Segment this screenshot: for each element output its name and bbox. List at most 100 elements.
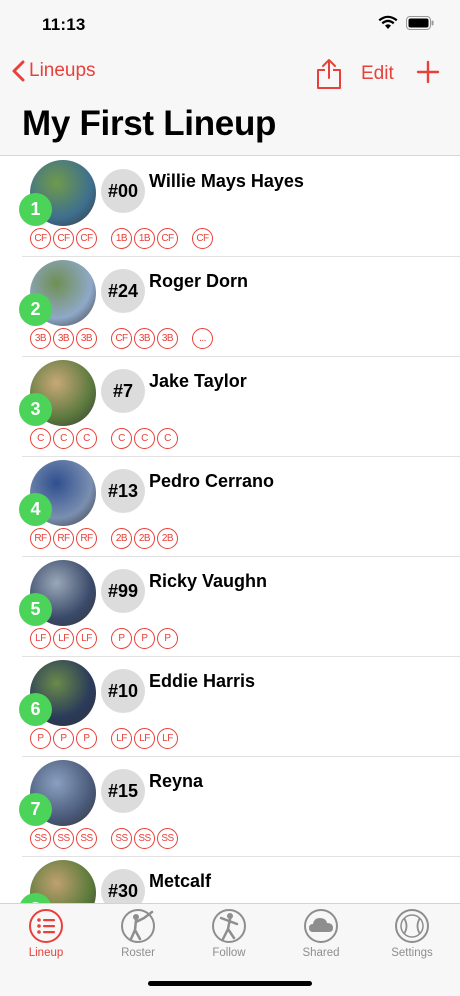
position-badge: RF [30, 528, 51, 549]
position-badge: RF [53, 528, 74, 549]
position-badge: CF [192, 228, 213, 249]
jersey-number: #99 [101, 569, 145, 613]
tab-follow[interactable]: Follow [194, 908, 264, 959]
player-row[interactable]: 8#30Metcalf [19, 857, 460, 903]
position-group: CCC [30, 428, 97, 449]
battery-icon [406, 15, 434, 30]
player-name: Eddie Harris [149, 671, 256, 691]
status-icons [378, 15, 434, 30]
inning-positions: 3B 3B 3B CF 3B 3B... [30, 328, 227, 349]
status-bar: 11:13 [0, 0, 460, 50]
batting-order-badge: 2 [19, 293, 52, 326]
player-row[interactable]: 7 #15 Reyna SS SS SS SS SS SS [19, 757, 460, 857]
position-badge: SS [157, 828, 178, 849]
position-badge: 3B [30, 328, 51, 349]
position-group: LF LF LF [30, 628, 97, 649]
player-row[interactable]: 3 #7 Jake Taylor C C C C C C [19, 357, 460, 457]
position-badge: ... [192, 328, 213, 349]
player-name: Pedro Cerrano [149, 471, 275, 491]
player-name: Willie Mays Hayes [149, 171, 304, 191]
back-button-label: Lineups [29, 60, 96, 81]
position-badge: SS [30, 828, 51, 849]
tab-lineup[interactable]: Lineup [11, 908, 81, 959]
position-group: CF CF CF [30, 228, 97, 249]
pitcher-icon [212, 909, 246, 943]
position-group: CF 3B 3B [111, 328, 178, 349]
position-badge: SS [134, 828, 155, 849]
position-group: 1B 1B CF [111, 228, 178, 249]
position-badge: SS [76, 828, 97, 849]
position-group: CF [192, 228, 213, 249]
position-badge: P [76, 728, 97, 749]
inning-positions: CCCCCC [30, 428, 192, 449]
tab-label: Roster [121, 947, 155, 959]
position-badge: P [134, 628, 155, 649]
position-badge: C [111, 428, 132, 449]
position-badge: SS [53, 828, 74, 849]
position-badge: P [53, 728, 74, 749]
share-button[interactable] [316, 58, 342, 95]
position-group: 2B 2B 2B [111, 528, 178, 549]
tab-settings[interactable]: Settings [377, 908, 447, 959]
position-badge: C [76, 428, 97, 449]
inning-positions: SS SS SS SS SS SS [30, 828, 192, 849]
position-badge: P [111, 628, 132, 649]
position-group: PPP [30, 728, 97, 749]
player-name: Jake Taylor [149, 371, 247, 391]
position-badge: 2B [134, 528, 155, 549]
tab-label: Shared [302, 947, 340, 959]
player-row[interactable]: 5 #99 Ricky Vaughn LF LF LF P P P [19, 557, 460, 657]
back-button[interactable]: Lineups [12, 60, 96, 82]
position-group: SS SS SS [111, 828, 178, 849]
position-badge: LF [76, 628, 97, 649]
position-badge: 2B [157, 528, 178, 549]
position-badge: P [30, 728, 51, 749]
position-badge: 3B [157, 328, 178, 349]
position-badge: RF [76, 528, 97, 549]
position-badge: LF [157, 728, 178, 749]
position-badge: LF [30, 628, 51, 649]
player-name: Roger Dorn [149, 271, 248, 291]
position-badge: CF [157, 228, 178, 249]
tab-label: Settings [391, 947, 433, 959]
jersey-number: #30 [101, 869, 145, 903]
add-button[interactable] [416, 60, 440, 89]
wifi-icon [378, 15, 398, 29]
position-badge: 3B [53, 328, 74, 349]
home-indicator [148, 981, 312, 986]
position-group: SS SS SS [30, 828, 97, 849]
position-badge: P [157, 628, 178, 649]
position-badge: C [157, 428, 178, 449]
position-badge: SS [111, 828, 132, 849]
position-badge: C [53, 428, 74, 449]
player-row[interactable]: 1 #00 Willie Mays Hayes CF CF CF 1B 1B CF CF [19, 157, 460, 257]
position-badge: CF [111, 328, 132, 349]
tab-shared[interactable]: Shared [286, 908, 356, 959]
position-badge: LF [111, 728, 132, 749]
batting-order-badge: 6 [19, 693, 52, 726]
jersey-number: #10 [101, 669, 145, 713]
position-badge: 3B [76, 328, 97, 349]
batting-order-badge: 4 [19, 493, 52, 526]
position-badge: 2B [111, 528, 132, 549]
tab-label: Lineup [28, 947, 64, 959]
edit-button[interactable]: Edit [361, 63, 394, 85]
lineup-list-icon [29, 909, 63, 943]
batting-order-badge: 5 [19, 593, 52, 626]
player-row[interactable]: 6 #10 Eddie Harris P P P LF LF LF [19, 657, 460, 757]
inning-positions: CF CF CF 1B 1B CF CF [30, 228, 227, 249]
position-badge: LF [53, 628, 74, 649]
position-badge: C [30, 428, 51, 449]
inning-positions: P P P LF LF LF [30, 728, 192, 749]
lineup-list: 1 #00 Willie Mays Hayes CF CF CF 1B 1B CF CF 2 #24 R… [0, 157, 460, 903]
navigation-bar: Lineups Edit My First Lineup [0, 50, 460, 156]
position-group: 3B 3B 3B [30, 328, 97, 349]
position-badge: 1B [134, 228, 155, 249]
position-badge: 3B [134, 328, 155, 349]
inning-positions: LF LF LF P P P [30, 628, 192, 649]
player-row[interactable]: 4 #13 Pedro Cerrano RF RF RF 2B 2B 2B [19, 457, 460, 557]
player-name: Ricky Vaughn [149, 571, 268, 591]
batter-icon [121, 909, 155, 943]
player-row[interactable]: 2 #24 Roger Dorn 3B 3B 3B CF 3B 3B... [19, 257, 460, 357]
tab-roster[interactable]: Roster [103, 908, 173, 959]
